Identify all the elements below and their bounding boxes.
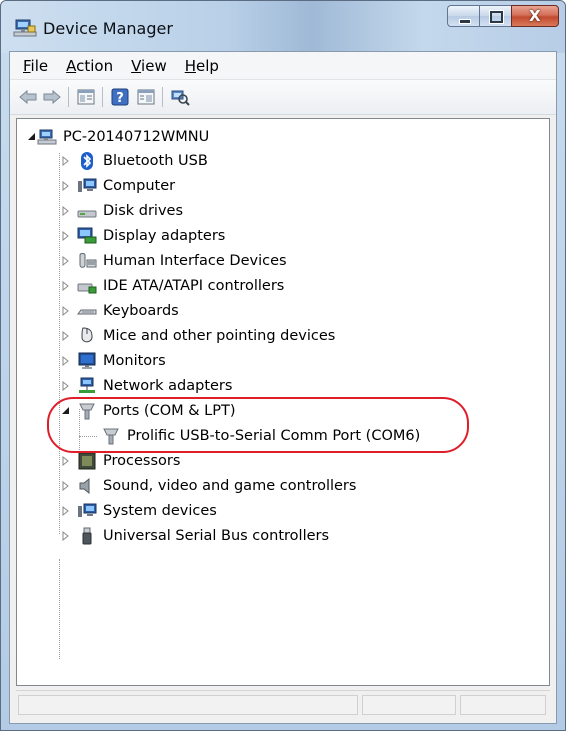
device-manager-window: Device Manager X File Action View Help ?… xyxy=(0,0,566,731)
toolbar-separator xyxy=(68,87,69,107)
tree-category-bluetooth[interactable]: Bluetooth USB xyxy=(62,149,208,173)
collapsed-triangle-icon[interactable] xyxy=(61,506,71,516)
tree-category-sound[interactable]: Sound, video and game controllers xyxy=(62,474,357,498)
tree-category-disk-drives[interactable]: Disk drives xyxy=(62,199,184,223)
svg-text:?: ? xyxy=(116,91,124,106)
collapsed-triangle-icon[interactable] xyxy=(61,256,71,266)
menu-file[interactable]: File xyxy=(14,53,57,79)
red-highlight-annotation xyxy=(47,397,469,453)
maximize-icon xyxy=(490,11,503,23)
usb-icon xyxy=(82,527,92,545)
tree-root-node[interactable]: PC-20140712WMNU xyxy=(28,125,210,149)
computer-icon xyxy=(78,178,97,192)
tree-category-hid[interactable]: Human Interface Devices xyxy=(62,249,287,273)
collapsed-triangle-icon[interactable] xyxy=(61,231,71,241)
keyboard-icon xyxy=(77,309,97,315)
menu-action[interactable]: Action xyxy=(57,53,122,79)
collapsed-triangle-icon[interactable] xyxy=(61,306,71,316)
close-icon: X xyxy=(529,7,541,25)
status-pane xyxy=(460,695,546,715)
tree-category-label: Keyboards xyxy=(103,303,179,319)
tree-category-ide[interactable]: IDE ATA/ATAPI controllers xyxy=(62,274,285,298)
menu-help[interactable]: Help xyxy=(176,53,228,79)
back-arrow-icon[interactable] xyxy=(18,88,38,106)
system-device-icon xyxy=(78,503,97,517)
tree-category-label: Monitors xyxy=(103,353,166,369)
collapsed-triangle-icon[interactable] xyxy=(61,206,71,216)
processor-icon xyxy=(78,452,96,470)
help-icon[interactable]: ? xyxy=(110,88,130,106)
bluetooth-icon xyxy=(81,152,93,170)
tree-category-label: Sound, video and game controllers xyxy=(103,478,357,494)
toolbar-separator xyxy=(162,87,163,107)
collapsed-triangle-icon[interactable] xyxy=(61,481,71,491)
collapsed-triangle-icon[interactable] xyxy=(61,531,71,541)
forward-arrow-icon[interactable] xyxy=(42,88,62,106)
tree-category-network-adapters[interactable]: Network adapters xyxy=(62,374,233,398)
caption-buttons: X xyxy=(447,5,559,27)
tree-category-mice[interactable]: Mice and other pointing devices xyxy=(62,324,336,348)
toolbar: ? xyxy=(10,80,556,115)
expanded-triangle-icon[interactable] xyxy=(27,132,37,142)
title-bar[interactable]: Device Manager X xyxy=(1,1,565,53)
tree-category-label: Processors xyxy=(103,453,181,469)
close-button[interactable]: X xyxy=(511,5,559,27)
status-pane xyxy=(18,695,358,715)
collapsed-triangle-icon[interactable] xyxy=(61,381,71,391)
show-hide-console-tree-icon[interactable] xyxy=(136,88,156,106)
client-area: File Action View Help ? PC-20140712WMNU … xyxy=(9,51,557,724)
display-adapter-icon xyxy=(77,227,97,244)
tree-line xyxy=(59,153,60,534)
collapsed-triangle-icon[interactable] xyxy=(61,356,71,366)
collapsed-triangle-icon[interactable] xyxy=(61,281,71,291)
collapsed-triangle-icon[interactable] xyxy=(61,156,71,166)
tree-line xyxy=(59,559,60,659)
tree-category-label: System devices xyxy=(103,503,217,519)
speaker-icon xyxy=(79,477,90,495)
maximize-button[interactable] xyxy=(479,5,511,27)
tree-category-monitors[interactable]: Monitors xyxy=(62,349,166,373)
status-bar xyxy=(16,690,550,719)
properties-icon[interactable] xyxy=(76,88,96,106)
tree-category-keyboards[interactable]: Keyboards xyxy=(62,299,179,323)
tree-category-label: Computer xyxy=(103,178,176,194)
tree-category-label: Display adapters xyxy=(103,228,226,244)
tree-category-label: Mice and other pointing devices xyxy=(103,328,336,344)
collapsed-triangle-icon[interactable] xyxy=(61,456,71,466)
menu-bar: File Action View Help xyxy=(10,52,556,80)
tree-category-label: Network adapters xyxy=(103,378,233,394)
tree-category-label: Bluetooth USB xyxy=(103,153,208,169)
menu-view[interactable]: View xyxy=(122,53,176,79)
computer-network-icon xyxy=(37,129,57,145)
tree-category-display-adapters[interactable]: Display adapters xyxy=(62,224,226,248)
tree-category-computer[interactable]: Computer xyxy=(62,174,176,198)
hid-icon xyxy=(79,253,97,268)
collapsed-triangle-icon[interactable] xyxy=(61,181,71,191)
network-adapter-icon xyxy=(79,377,95,393)
tree-category-label: Human Interface Devices xyxy=(103,253,287,269)
minimize-icon xyxy=(459,19,471,24)
collapsed-triangle-icon[interactable] xyxy=(61,331,71,341)
status-pane xyxy=(362,695,456,715)
tree-category-label: Universal Serial Bus controllers xyxy=(103,528,330,544)
tree-category-system-devices[interactable]: System devices xyxy=(62,499,217,523)
window-title: Device Manager xyxy=(43,19,173,38)
tree-category-usb[interactable]: Universal Serial Bus controllers xyxy=(62,524,330,548)
tree-root-label: PC-20140712WMNU xyxy=(63,129,210,145)
minimize-button[interactable] xyxy=(447,5,479,27)
scan-hardware-icon[interactable] xyxy=(170,88,190,106)
device-manager-icon xyxy=(13,19,37,37)
tree-category-label: IDE ATA/ATAPI controllers xyxy=(103,278,285,294)
ide-controller-icon xyxy=(77,283,97,294)
tree-category-label: Disk drives xyxy=(103,203,184,219)
mouse-icon xyxy=(81,327,93,343)
monitor-icon xyxy=(78,352,96,369)
disk-drive-icon xyxy=(77,210,97,218)
toolbar-separator xyxy=(102,87,103,107)
